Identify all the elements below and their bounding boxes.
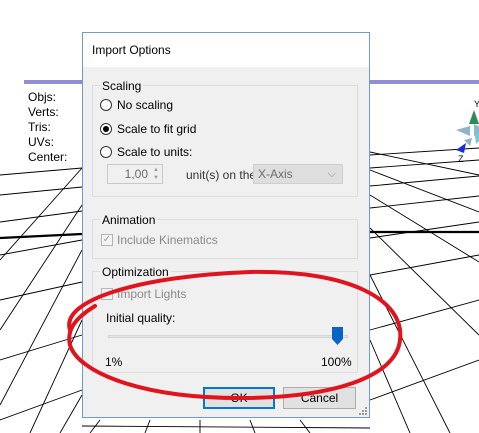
quality-max-label: 100% <box>321 355 352 369</box>
checkbox-icon[interactable] <box>101 288 113 300</box>
radio-no-scaling-label: No scaling <box>117 98 174 112</box>
radio-icon[interactable] <box>100 99 112 111</box>
radio-checked-icon[interactable] <box>100 123 112 135</box>
radio-scale-to-fit-grid[interactable]: Scale to fit grid <box>100 121 196 137</box>
optimization-group-title: Optimization <box>100 265 171 279</box>
quality-slider-track[interactable] <box>108 335 348 338</box>
stat-center-label: Center: <box>28 150 68 164</box>
import-lights-label: Import Lights <box>117 287 187 301</box>
include-kinematics-label: Include Kinematics <box>117 233 218 247</box>
dialog-title: Import Options <box>92 43 171 57</box>
import-options-dialog: Import Options Scaling No scaling Scale … <box>82 32 370 418</box>
radio-no-scaling[interactable]: No scaling <box>100 97 173 113</box>
resize-grip-icon[interactable] <box>359 407 367 415</box>
stat-verts-label: Verts: <box>28 105 59 119</box>
stats-panel: Objs: Verts: Tris: UVs: Center: <box>28 90 67 165</box>
import-lights-checkbox[interactable]: Import Lights <box>101 287 186 301</box>
stat-uvs-label: UVs: <box>28 135 55 149</box>
orientation-gizmo-icon[interactable]: Y Z <box>446 96 479 166</box>
ok-button[interactable]: OK <box>203 387 275 409</box>
radio-scale-fit-label: Scale to fit grid <box>117 122 197 136</box>
quality-min-label: 1% <box>105 355 123 369</box>
animation-group-title: Animation <box>100 213 158 227</box>
dialog-titlebar[interactable]: Import Options <box>83 33 369 67</box>
spin-arrows-icon[interactable]: ▲ ▼ <box>151 166 161 182</box>
units-stepper[interactable]: 1,00 ▲ ▼ <box>107 164 163 184</box>
axis-dropdown[interactable]: X-Axis ⌵ <box>253 164 343 184</box>
cancel-button[interactable]: Cancel <box>283 387 356 409</box>
radio-scale-units-label: Scale to units: <box>117 145 193 159</box>
chevron-down-icon: ⌵ <box>327 168 336 180</box>
stat-objs-label: Objs: <box>28 90 57 104</box>
checkmark-icon[interactable]: ✓ <box>101 234 113 246</box>
scaling-group-title: Scaling <box>100 79 144 93</box>
axis-dropdown-value: X-Axis <box>258 167 293 181</box>
include-kinematics-checkbox[interactable]: ✓ Include Kinematics <box>101 233 218 247</box>
quality-slider-thumb[interactable] <box>332 327 343 345</box>
stat-tris-label: Tris: <box>28 120 51 134</box>
initial-quality-label: Initial quality: <box>106 311 176 325</box>
radio-scale-to-units[interactable]: Scale to units: <box>100 144 192 160</box>
gizmo-y-label: Y <box>474 99 479 109</box>
radio-icon[interactable] <box>100 146 112 158</box>
gizmo-z-label: Z <box>458 154 464 164</box>
units-value: 1,00 <box>124 167 148 181</box>
units-suffix-label: unit(s) on the <box>186 168 257 182</box>
